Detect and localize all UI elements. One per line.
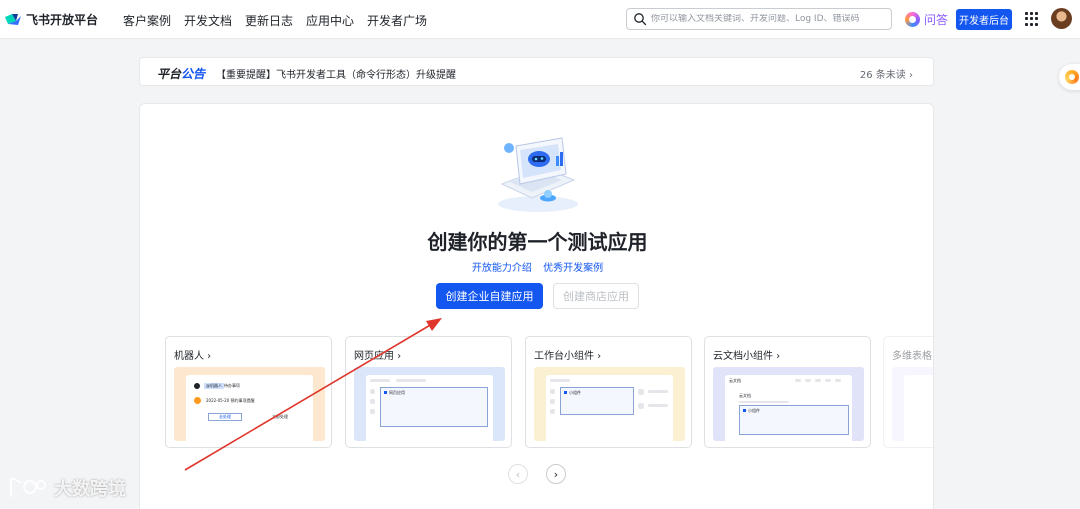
template-title: 网页应用 › — [354, 351, 402, 362]
ai-assistant-icon — [905, 12, 920, 27]
template-title: 工作台小组件 › — [534, 351, 602, 362]
template-card-bitable[interactable]: 多维表格 — [883, 336, 933, 448]
feishu-logo-icon — [5, 13, 21, 25]
dev-cases-link[interactable]: 优秀开发案例 — [543, 263, 603, 274]
template-preview: 云文档 云文档 小组件 — [713, 367, 864, 441]
watermark-logo-icon — [10, 477, 46, 497]
mini-widget: 小组件 — [569, 390, 581, 395]
announcement-tag-part1: 平台 — [157, 67, 182, 81]
intro-links: 开放能力介绍 优秀开发案例 — [140, 259, 933, 274]
template-card-bot[interactable]: 机器人 › @机器人 待办事项 2022-05-20 预约事项提醒 去处理 立即… — [165, 336, 332, 448]
mini-handle-now: 立即处理 — [272, 414, 288, 419]
template-card-doc-widget[interactable]: 云文档小组件 › 云文档 云文档 小组件 — [704, 336, 871, 448]
unread-count-link[interactable]: 26 条未读 › — [860, 66, 913, 81]
logo[interactable]: 飞书开放平台 — [4, 11, 98, 28]
page-title: 创建你的第一个测试应用 — [427, 230, 648, 254]
search-icon — [634, 13, 647, 26]
template-title: 机器人 › — [174, 351, 212, 362]
search-input[interactable] — [651, 14, 891, 24]
mini-doc-widget: 小组件 — [748, 408, 760, 413]
nav-item-dev-docs[interactable]: 开发文档 — [184, 12, 232, 29]
mini-handle-btn: 去处理 — [208, 413, 242, 421]
mini-web-app: 网页应用 — [389, 390, 405, 395]
carousel-prev-button[interactable]: ‹ — [508, 464, 528, 484]
watermark-text: 大数跨境 — [54, 479, 126, 500]
create-app-card: 创建你的第一个测试应用 开放能力介绍 优秀开发案例 创建企业自建应用 创建商店应… — [139, 103, 934, 509]
announcement-tag: 平台公告 — [157, 65, 205, 82]
ask-label: 问答 — [924, 13, 949, 27]
developer-console-button[interactable]: 开发者后台 — [956, 9, 1012, 30]
carousel-next-button[interactable]: › — [546, 464, 566, 484]
nav-item-changelog[interactable]: 更新日志 — [245, 12, 293, 29]
mini-todo: 待办事项 — [224, 383, 240, 388]
announcement-tag-part2: 公告 — [181, 67, 206, 81]
mini-doc-header: 云文档 — [729, 378, 741, 383]
ask-button[interactable]: 问答 — [905, 11, 948, 28]
watermark: 大数跨境 — [8, 475, 126, 501]
logo-text: 飞书开放平台 — [26, 13, 99, 27]
create-custom-app-button[interactable]: 创建企业自建应用 — [436, 283, 543, 309]
nav-item-customer-cases[interactable]: 客户案例 — [123, 12, 171, 29]
mini-bot-mention: @机器人 — [204, 383, 224, 389]
capabilities-intro-link[interactable]: 开放能力介绍 — [472, 263, 532, 274]
user-avatar[interactable] — [1051, 8, 1072, 29]
template-preview: @机器人 待办事项 2022-05-20 预约事项提醒 去处理 立即处理 — [174, 367, 325, 441]
nav-item-dev-square[interactable]: 开发者广场 — [367, 12, 427, 29]
nav-item-app-center[interactable]: 应用中心 — [306, 12, 354, 29]
top-nav: 飞书开放平台 客户案例 开发文档 更新日志 应用中心 开发者广场 问答 开发者后… — [0, 0, 1080, 39]
create-store-app-button[interactable]: 创建商店应用 — [553, 283, 639, 309]
template-preview: 小组件 — [534, 367, 685, 441]
template-card-workplace-widget[interactable]: 工作台小组件 › 小组件 — [525, 336, 692, 448]
announcement-bar[interactable]: 平台公告 【重要提醒】飞书开发者工具（命令行形态）升级提醒 26 条未读 › — [139, 57, 934, 86]
search-box[interactable] — [626, 8, 892, 30]
template-card-web-app[interactable]: 网页应用 › 网页应用 — [345, 336, 512, 448]
announcement-text[interactable]: 【重要提醒】飞书开发者工具（命令行形态）升级提醒 — [216, 66, 456, 81]
mini-reminder: 2022-05-20 预约事项提醒 — [206, 398, 255, 403]
floating-assistant-button[interactable] — [1059, 64, 1080, 90]
template-preview: 网页应用 — [354, 367, 505, 441]
apps-grid-icon[interactable] — [1025, 12, 1039, 26]
template-preview — [892, 367, 933, 441]
assistant-icon — [1065, 70, 1079, 84]
robot-computer-illustration — [498, 137, 578, 212]
template-title: 多维表格 — [892, 351, 932, 362]
template-title: 云文档小组件 › — [713, 351, 781, 362]
mini-doc-title: 云文档 — [739, 393, 751, 398]
